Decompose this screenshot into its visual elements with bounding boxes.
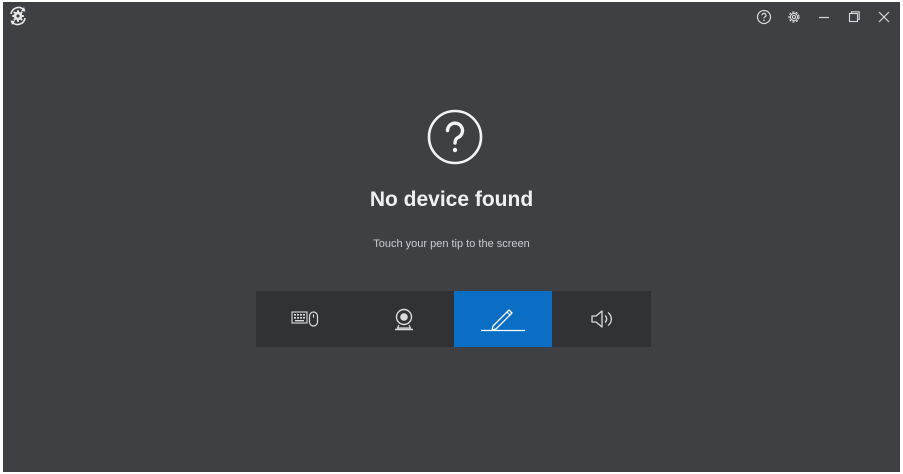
tab-speaker[interactable] xyxy=(552,291,651,347)
minimize-button[interactable] xyxy=(812,6,836,28)
settings-button[interactable] xyxy=(782,6,806,28)
close-icon xyxy=(878,11,890,23)
status-hint: Touch your pen tip to the screen xyxy=(373,238,530,250)
tab-pen[interactable] xyxy=(453,291,553,347)
keyboard-mouse-icon xyxy=(291,311,319,327)
maximize-button[interactable] xyxy=(842,6,866,28)
maximize-icon xyxy=(848,11,860,23)
webcam-icon xyxy=(395,308,414,331)
close-button[interactable] xyxy=(872,6,896,28)
status-title: No device found xyxy=(369,188,534,211)
minimize-icon xyxy=(819,16,829,19)
gear-sync-icon xyxy=(7,5,29,27)
settings-icon xyxy=(788,11,800,23)
pen-icon xyxy=(480,309,525,332)
tab-webcam[interactable] xyxy=(355,291,454,347)
device-tab-bar xyxy=(256,291,651,347)
tab-keyboard-mouse[interactable] xyxy=(256,291,355,347)
title-bar-controls xyxy=(752,6,896,28)
app-window: No device found Touch your pen tip to th… xyxy=(3,2,900,472)
help-icon xyxy=(756,9,772,25)
help-button[interactable] xyxy=(752,6,776,28)
speaker-icon xyxy=(590,310,612,328)
question-circle-icon xyxy=(426,108,484,166)
